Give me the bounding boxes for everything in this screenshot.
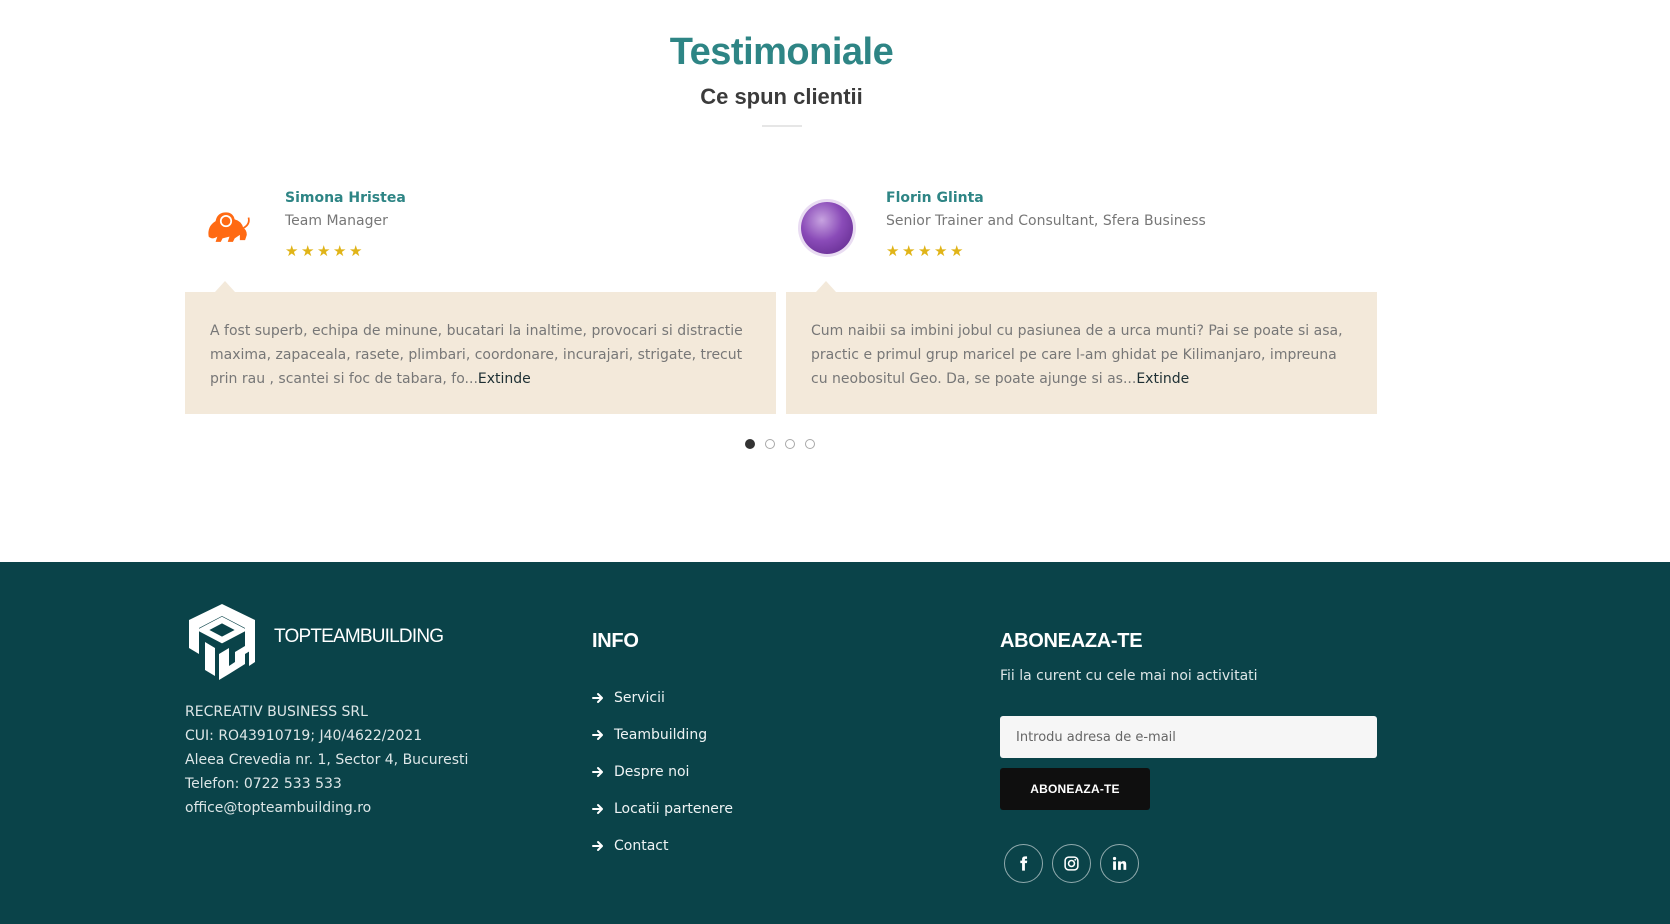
footer-link-teambuilding[interactable]: Teambuilding — [592, 716, 733, 753]
star-icon: ★ — [317, 242, 331, 260]
footer-link-contact[interactable]: Contact — [592, 827, 733, 864]
subscribe-title: ABONEAZA-TE — [1000, 630, 1143, 652]
star-icon: ★ — [918, 242, 932, 260]
pagination-dot-1[interactable] — [745, 439, 755, 449]
subscribe-column: ABONEAZA-TE Fii la curent cu cele mai no… — [1000, 630, 1377, 883]
subscribe-button[interactable]: ABONEAZA-TE — [1000, 768, 1150, 810]
section-title: Testimoniale — [669, 31, 894, 73]
arrow-right-icon — [592, 840, 603, 851]
pagination-dot-3[interactable] — [785, 439, 795, 449]
footer-link-label: Teambuilding — [614, 726, 708, 743]
star-icon: ★ — [934, 242, 948, 260]
arrow-right-icon — [592, 729, 603, 740]
info-column: INFO Servicii Teambuilding Despre noi Lo… — [592, 630, 733, 864]
company-address: Aleea Crevedia nr. 1, Sector 4, Bucurest… — [185, 752, 469, 768]
linkedin-icon[interactable] — [1100, 844, 1139, 883]
subscribe-text: Fii la curent cu cele mai noi activitati — [1000, 668, 1258, 684]
star-rating: ★ ★ ★ ★ ★ — [886, 242, 964, 260]
company-email[interactable]: office@topteambuilding.ro — [185, 796, 468, 820]
author-role: Team Manager — [285, 213, 388, 229]
quote-body: A fost superb, echipa de minune, bucatar… — [210, 323, 743, 387]
quote-pointer — [215, 281, 235, 292]
quote-box: Cum naibii sa imbini jobul cu pasiunea d… — [786, 292, 1377, 414]
quote-pointer — [816, 281, 836, 292]
pagination-dot-4[interactable] — [805, 439, 815, 449]
company-name: RECREATIV BUSINESS SRL — [185, 704, 368, 720]
author-name: Florin Glinta — [886, 190, 984, 206]
footer-link-servicii[interactable]: Servicii — [592, 679, 733, 716]
pagination-dot-2[interactable] — [765, 439, 775, 449]
star-icon: ★ — [349, 242, 363, 260]
star-icon: ★ — [301, 242, 315, 260]
arrow-right-icon — [592, 692, 603, 703]
page: Testimoniale Ce spun clientii Simona Hri… — [0, 0, 1670, 924]
footer-link-label: Contact — [614, 837, 669, 854]
star-icon: ★ — [950, 242, 964, 260]
extinde-link[interactable]: Extinde — [1136, 371, 1189, 387]
extinde-link[interactable]: Extinde — [478, 371, 531, 387]
author-name: Simona Hristea — [285, 190, 406, 206]
carousel-pagination — [745, 439, 815, 449]
section-subtitle: Ce spun clientii — [700, 84, 863, 109]
author-role: Senior Trainer and Consultant, Sfera Bus… — [886, 213, 1206, 229]
brand-name: TOPTEAMBUILDING — [274, 626, 444, 647]
footer: TOPTEAMBUILDING RECREATIV BUSINESS SRL C… — [0, 562, 1670, 924]
sphere-logo-icon — [801, 202, 853, 254]
lion-logo-icon — [200, 202, 252, 254]
company-phone[interactable]: Telefon: 0722 533 533 — [185, 772, 468, 796]
arrow-right-icon — [592, 766, 603, 777]
quote-text: A fost superb, echipa de minune, bucatar… — [210, 319, 751, 391]
testimonials-header: Testimoniale Ce spun clientii — [0, 30, 1563, 127]
quote-body: Cum naibii sa imbini jobul cu pasiunea d… — [811, 323, 1343, 387]
facebook-icon[interactable] — [1004, 844, 1043, 883]
quote-text: Cum naibii sa imbini jobul cu pasiunea d… — [811, 319, 1352, 391]
footer-link-despre-noi[interactable]: Despre noi — [592, 753, 733, 790]
testimonial-card: Simona Hristea Team Manager ★ ★ ★ ★ ★ A … — [185, 180, 776, 414]
footer-link-label: Servicii — [614, 689, 665, 706]
star-icon: ★ — [886, 242, 900, 260]
brand-logo[interactable]: TOPTEAMBUILDING — [185, 602, 444, 682]
star-icon: ★ — [902, 242, 916, 260]
cube-logo-icon — [189, 604, 255, 680]
email-field[interactable] — [1000, 716, 1377, 758]
footer-link-locatii-partenere[interactable]: Locatii partenere — [592, 790, 733, 827]
star-rating: ★ ★ ★ ★ ★ — [285, 242, 363, 260]
title-divider — [761, 125, 802, 127]
company-cui: CUI: RO43910719; J40/4622/2021 — [185, 728, 423, 744]
info-links: Servicii Teambuilding Despre noi Locatii… — [592, 679, 733, 864]
arrow-right-icon — [592, 803, 603, 814]
footer-link-label: Despre noi — [614, 763, 690, 780]
star-icon: ★ — [333, 242, 347, 260]
info-title: INFO — [592, 630, 639, 652]
star-icon: ★ — [285, 242, 299, 260]
instagram-icon[interactable] — [1052, 844, 1091, 883]
testimonial-card: Florin Glinta Senior Trainer and Consult… — [786, 180, 1377, 414]
company-info: RECREATIV BUSINESS SRL CUI: RO43910719; … — [185, 700, 468, 820]
quote-box: A fost superb, echipa de minune, bucatar… — [185, 292, 776, 414]
footer-link-label: Locatii partenere — [614, 800, 733, 817]
social-links — [1004, 844, 1377, 883]
